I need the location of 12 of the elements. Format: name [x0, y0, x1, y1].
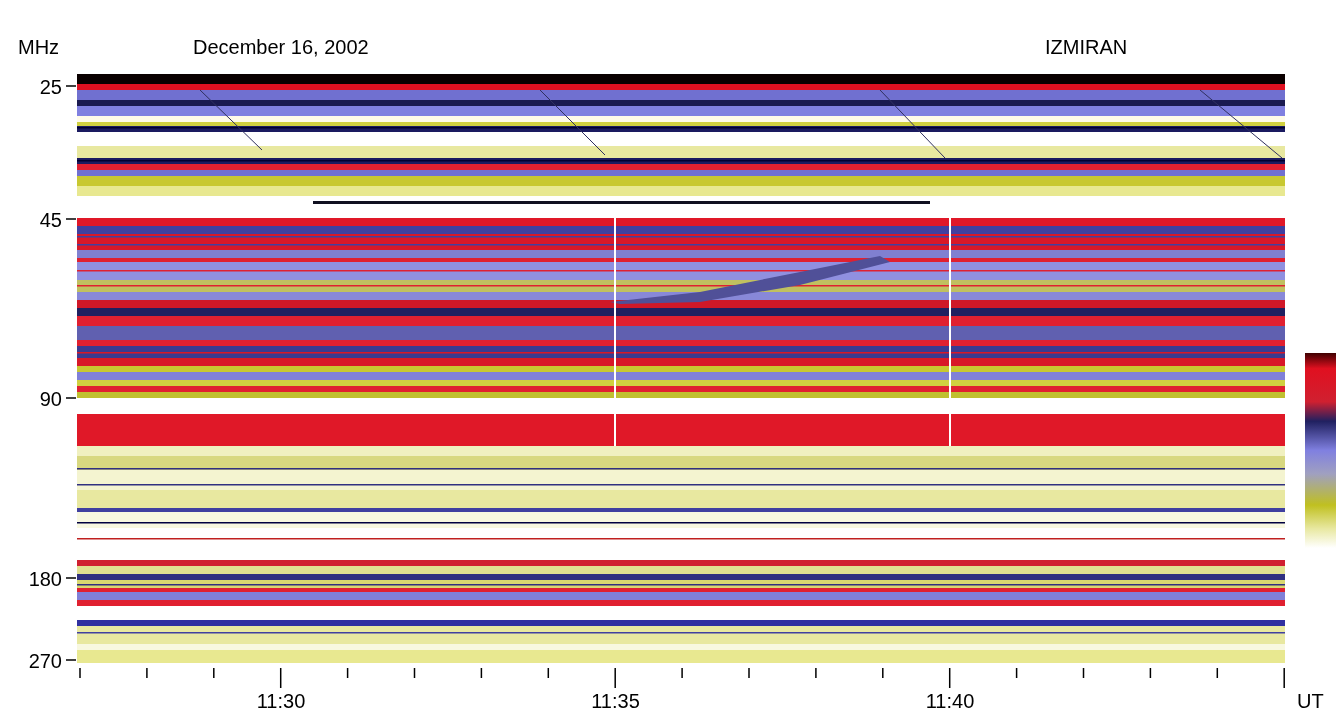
station-title: IZMIRAN	[1045, 36, 1128, 58]
time-label: 11:40	[925, 690, 975, 712]
frequency-label: 270	[28, 650, 62, 672]
axis-unit-label: MHz	[18, 36, 60, 58]
time-unit-label: UT	[1297, 690, 1324, 712]
frequency-label: 45	[39, 209, 62, 231]
time-label: 11:35	[591, 690, 640, 712]
date-title: December 16, 2002	[193, 36, 369, 58]
frequency-label: 25	[39, 76, 62, 98]
time-label: 11:30	[256, 690, 306, 712]
frequency-label: 90	[39, 388, 62, 410]
frequency-label: 180	[28, 568, 62, 590]
